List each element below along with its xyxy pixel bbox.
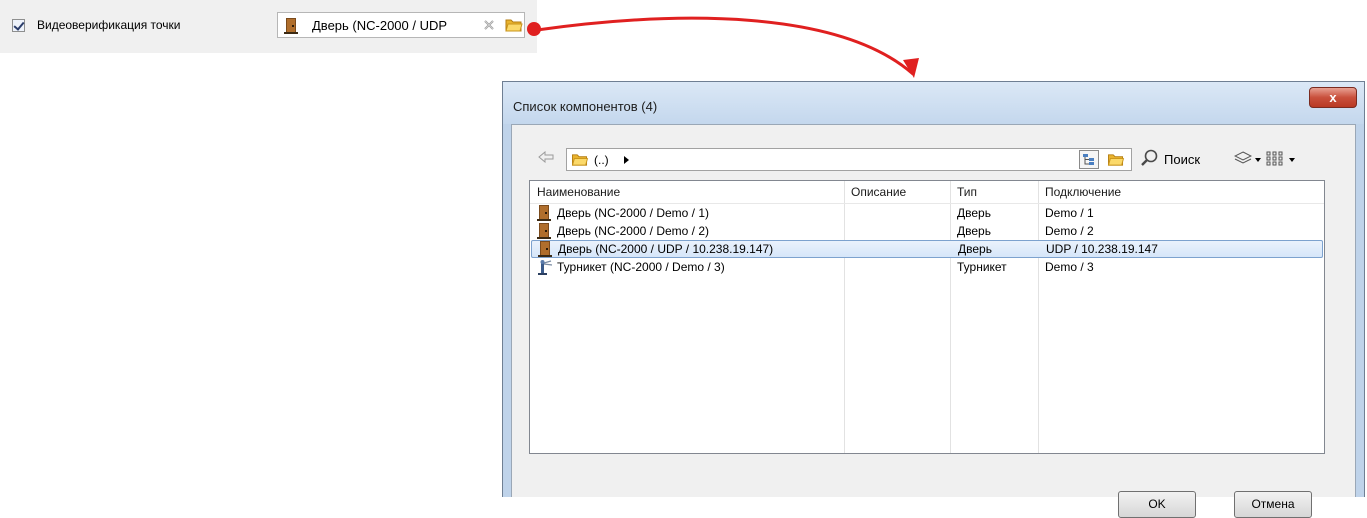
row-type: Дверь [957, 224, 991, 238]
component-list-dialog: Список компонентов (4) x (..) Поиск Наим… [502, 81, 1365, 518]
path-text: (..) [594, 153, 609, 167]
dialog-title-bar[interactable]: Список компонентов (4) x [503, 82, 1364, 124]
folder-icon [571, 154, 589, 166]
turnstile-icon [538, 260, 553, 275]
back-arrow-icon[interactable] [538, 151, 554, 163]
table-row[interactable]: Дверь (NC-2000 / Demo / 2) Дверь Demo / … [530, 222, 1324, 240]
row-connection: Demo / 3 [1045, 260, 1094, 274]
row-type: Дверь [958, 242, 992, 256]
table-row[interactable]: Турникет (NC-2000 / Demo / 3) Турникет D… [530, 258, 1324, 276]
search-icon[interactable] [1141, 149, 1159, 167]
row-connection: Demo / 2 [1045, 224, 1094, 238]
column-header-name[interactable]: Наименование [530, 181, 844, 203]
tree-icon [1083, 154, 1094, 165]
column-header-type[interactable]: Тип [950, 181, 1038, 203]
tree-view-button[interactable] [1079, 150, 1099, 169]
dialog-title: Список компонентов (4) [513, 99, 658, 114]
door-icon [538, 241, 552, 257]
column-header-description[interactable]: Описание [844, 181, 950, 203]
row-type: Турникет [957, 260, 1007, 274]
chevron-down-icon[interactable] [1289, 158, 1295, 162]
path-chevron-icon[interactable] [624, 156, 629, 164]
door-icon [537, 205, 551, 221]
column-header-connection[interactable]: Подключение [1038, 181, 1324, 203]
dialog-body: (..) Поиск Наименование Описание Тип Под… [511, 124, 1356, 518]
row-connection: Demo / 1 [1045, 206, 1094, 220]
chevron-down-icon[interactable] [1255, 158, 1261, 162]
door-icon [537, 223, 551, 239]
view-mode-icon[interactable] [1265, 151, 1285, 167]
component-list[interactable]: Наименование Описание Тип Подключение Дв… [529, 180, 1325, 454]
path-bar[interactable]: (..) [566, 148, 1132, 171]
row-type: Дверь [957, 206, 991, 220]
table-row[interactable]: Дверь (NC-2000 / Demo / 1) Дверь Demo / … [530, 204, 1324, 222]
cancel-button[interactable]: Отмена [1234, 491, 1312, 518]
table-row-selected[interactable]: Дверь (NC-2000 / UDP / 10.238.19.147) Дв… [531, 240, 1323, 258]
layers-icon[interactable] [1234, 150, 1252, 166]
row-connection: UDP / 10.238.19.147 [1046, 242, 1158, 256]
open-folder-icon[interactable] [1107, 152, 1125, 167]
search-label[interactable]: Поиск [1164, 152, 1200, 167]
ok-button[interactable]: OK [1118, 491, 1196, 518]
close-button[interactable]: x [1309, 87, 1357, 108]
